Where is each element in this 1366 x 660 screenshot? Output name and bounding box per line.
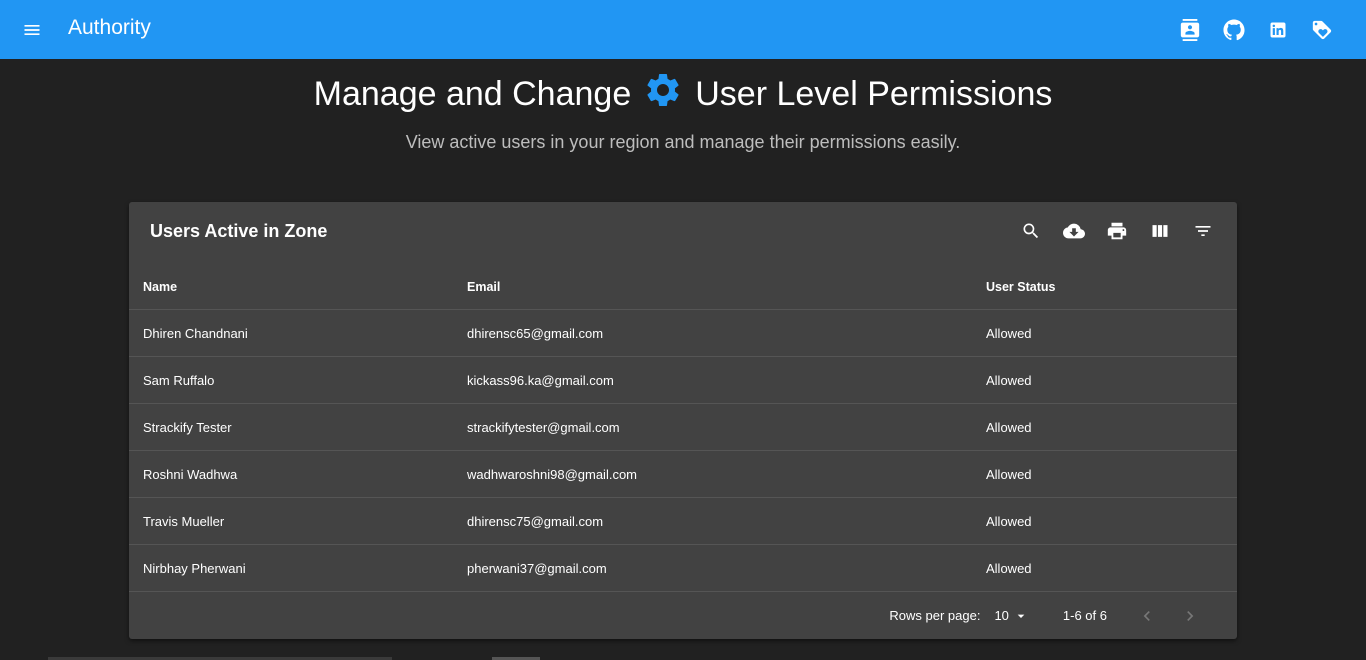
table-header-row: Name Email User Status: [129, 264, 1237, 310]
menu-icon[interactable]: [22, 20, 42, 40]
table-row[interactable]: Strackify Tester strackifytester@gmail.c…: [129, 403, 1237, 451]
github-icon[interactable]: [1222, 18, 1246, 42]
cell-name: Nirbhay Pherwani: [129, 544, 467, 592]
pagination-range: 1-6 of 6: [1062, 608, 1107, 623]
cell-status: Allowed: [986, 450, 1237, 498]
cell-name: Strackify Tester: [129, 403, 467, 451]
cell-name: Roshni Wadhwa: [129, 450, 467, 498]
rows-per-page-select[interactable]: 10: [994, 608, 1028, 624]
tag-icon[interactable]: [1310, 18, 1334, 42]
column-header-status[interactable]: User Status: [986, 264, 1237, 310]
chevron-left-icon: [1143, 610, 1150, 621]
rows-per-page-value: 10: [994, 608, 1009, 623]
view-columns-icon[interactable]: [1148, 219, 1172, 243]
download-icon[interactable]: [1062, 219, 1086, 243]
cell-email: wadhwaroshni98@gmail.com: [467, 450, 986, 498]
table-row[interactable]: Nirbhay Pherwani pherwani37@gmail.com Al…: [129, 544, 1237, 592]
cell-email: pherwani37@gmail.com: [467, 544, 986, 592]
contact-card-icon[interactable]: [1178, 18, 1202, 42]
users-table: Name Email User Status Dhiren Chandnani …: [129, 264, 1237, 592]
gear-icon: [643, 70, 683, 119]
cell-name: Travis Mueller: [129, 497, 467, 545]
page-title-part2: User Level Permissions: [695, 75, 1053, 113]
cell-name: Sam Ruffalo: [129, 356, 467, 404]
column-header-name[interactable]: Name: [129, 264, 467, 310]
next-page-button[interactable]: [1178, 604, 1202, 628]
cell-name: Dhiren Chandnani: [129, 309, 467, 357]
previous-page-button[interactable]: [1135, 604, 1159, 628]
table-title: Users Active in Zone: [150, 221, 328, 241]
page-subtitle: View active users in your region and man…: [405, 132, 961, 152]
app-bar: Authority: [0, 0, 1366, 59]
app-title: Authority: [68, 16, 151, 39]
linkedin-icon[interactable]: [1266, 18, 1290, 42]
cell-email: dhirensc75@gmail.com: [467, 497, 986, 545]
cell-email: kickass96.ka@gmail.com: [467, 356, 986, 404]
users-table-card: Users Active in Zone Name Email User Sta…: [129, 202, 1237, 639]
table-row[interactable]: Roshni Wadhwa wadhwaroshni98@gmail.com A…: [129, 450, 1237, 498]
table-pagination: Rows per page: 10 1-6 of 6: [129, 592, 1237, 639]
rows-per-page-label: Rows per page:: [889, 608, 981, 623]
filter-icon[interactable]: [1191, 219, 1215, 243]
table-row[interactable]: Dhiren Chandnani dhirensc65@gmail.com Al…: [129, 309, 1237, 357]
caret-down-icon: [1017, 614, 1025, 618]
cell-status: Allowed: [986, 497, 1237, 545]
table-row[interactable]: Sam Ruffalo kickass96.ka@gmail.com Allow…: [129, 356, 1237, 404]
search-icon[interactable]: [1019, 219, 1043, 243]
cell-status: Allowed: [986, 403, 1237, 451]
cell-status: Allowed: [986, 356, 1237, 404]
cell-email: strackifytester@gmail.com: [467, 403, 986, 451]
page-title: Manage and Change User Level Permissions: [0, 70, 1366, 119]
cell-email: dhirensc65@gmail.com: [467, 309, 986, 357]
cell-status: Allowed: [986, 544, 1237, 592]
table-row[interactable]: Travis Mueller dhirensc75@gmail.com Allo…: [129, 497, 1237, 545]
page-title-part1: Manage and Change: [313, 75, 632, 113]
column-header-email[interactable]: Email: [467, 264, 986, 310]
cell-status: Allowed: [986, 309, 1237, 357]
chevron-right-icon: [1187, 610, 1194, 621]
print-icon[interactable]: [1105, 219, 1129, 243]
